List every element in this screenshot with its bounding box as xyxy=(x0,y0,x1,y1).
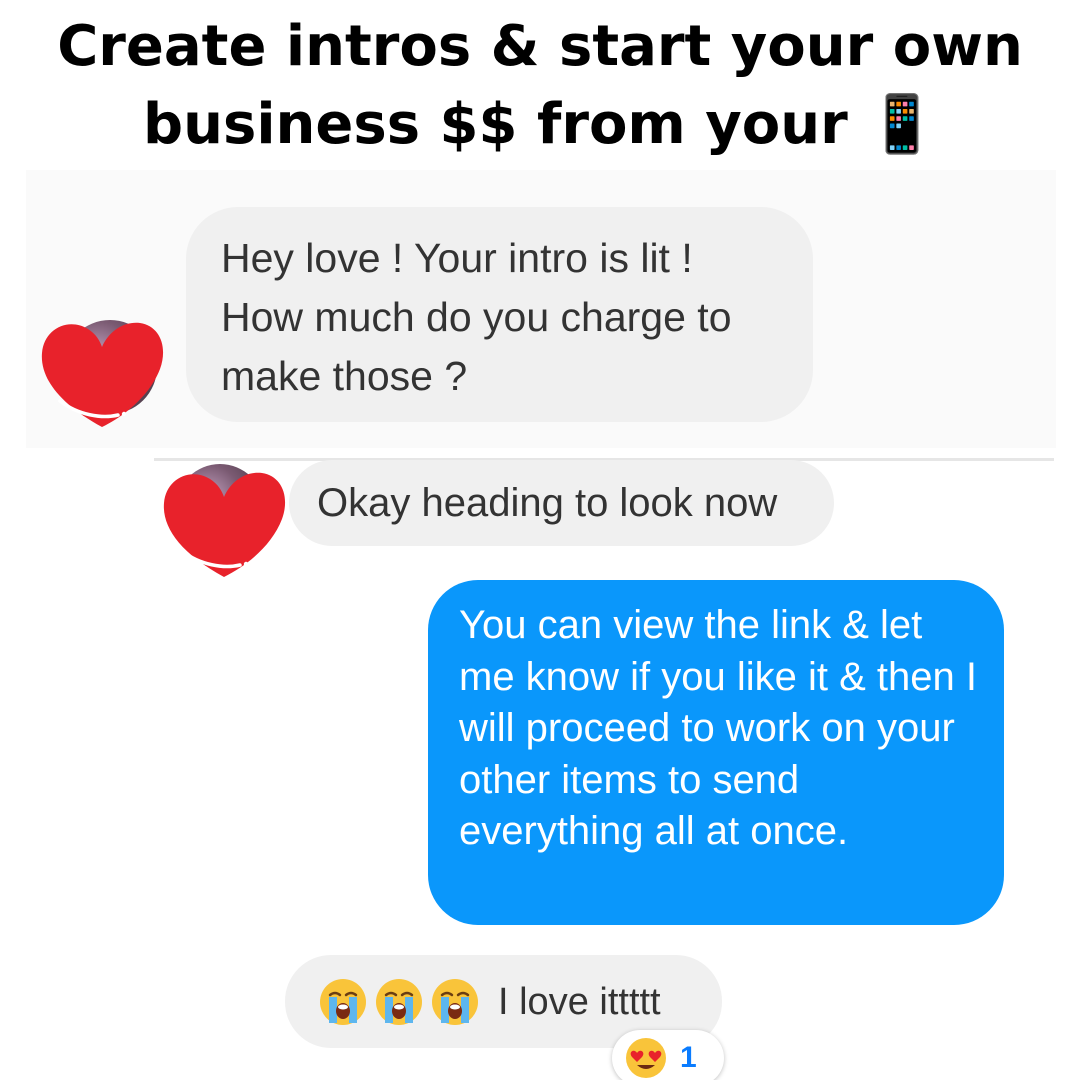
heart-icon xyxy=(41,322,164,427)
loudly-crying-face-icon xyxy=(320,978,366,1025)
message-text: Hey love ! Your intro is lit ! How much … xyxy=(221,235,732,399)
message-text: I love ittttt xyxy=(498,980,661,1023)
message-text: You can view the link & let me know if y… xyxy=(459,603,978,853)
headline-line-1: Create intros & start your own xyxy=(57,14,1023,79)
message-bubble-outgoing: You can view the link & let me know if y… xyxy=(428,580,1004,925)
message-bubble-incoming: Hey love ! Your intro is lit ! How much … xyxy=(186,207,813,422)
headline-line-2: business $$ from your 📱 xyxy=(143,92,937,157)
loudly-crying-face-icon xyxy=(376,978,422,1025)
message-text: Okay heading to look now xyxy=(317,481,778,525)
message-bubble-incoming: Okay heading to look now xyxy=(289,460,834,546)
loudly-crying-face-icon xyxy=(432,978,478,1025)
reaction-badge[interactable]: 1 xyxy=(612,1030,724,1080)
heart-eyes-face-icon xyxy=(626,1038,666,1078)
heart-icon xyxy=(163,472,286,577)
reaction-count: 1 xyxy=(680,1041,697,1074)
headline: Create intros & start your own business … xyxy=(0,8,1080,164)
